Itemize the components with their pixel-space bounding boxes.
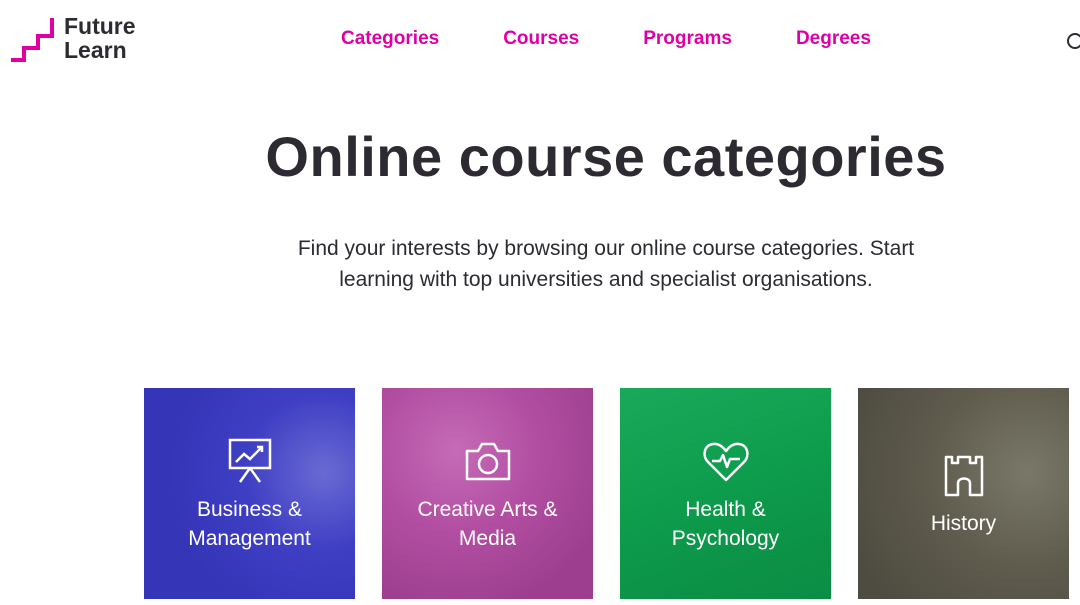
card-background bbox=[382, 388, 593, 599]
futurelearn-logo[interactable]: Future Learn bbox=[10, 14, 136, 64]
nav-programs[interactable]: Programs bbox=[643, 28, 732, 50]
category-card-business[interactable]: Business & Management bbox=[144, 388, 355, 599]
category-label: Business & Management bbox=[188, 497, 311, 550]
card-background bbox=[144, 388, 355, 599]
category-card-health[interactable]: Health & Psychology bbox=[620, 388, 831, 599]
category-label: Health & Psychology bbox=[671, 497, 780, 550]
category-label: Creative Arts & Media bbox=[417, 497, 558, 550]
presentation-chart-icon bbox=[228, 438, 271, 483]
nav-courses[interactable]: Courses bbox=[503, 28, 579, 50]
page-subtitle: Find your interests by browsing our onli… bbox=[297, 237, 915, 291]
nav-categories[interactable]: Categories bbox=[341, 28, 439, 50]
category-cards: Business & Management Creative Arts & Me… bbox=[144, 388, 1069, 599]
camera-icon bbox=[465, 442, 510, 480]
logo-text-line1: Future bbox=[64, 13, 136, 39]
page-title: Online course categories bbox=[265, 125, 947, 188]
nav-degrees[interactable]: Degrees bbox=[796, 28, 871, 50]
category-card-history[interactable]: History bbox=[858, 388, 1069, 599]
castle-icon bbox=[944, 455, 983, 497]
category-card-creative-arts[interactable]: Creative Arts & Media bbox=[382, 388, 593, 599]
heartbeat-icon bbox=[702, 442, 749, 481]
logo-steps-icon bbox=[11, 18, 54, 62]
category-label: History bbox=[930, 512, 997, 535]
search-icon[interactable] bbox=[1066, 32, 1080, 52]
logo-text-line2: Learn bbox=[64, 37, 127, 63]
logo-text: Future Learn bbox=[64, 14, 136, 62]
main-nav: Categories Courses Programs Degrees bbox=[341, 28, 935, 50]
card-background bbox=[620, 388, 831, 599]
site-header: Future Learn Categories Courses Programs… bbox=[0, 0, 1080, 80]
